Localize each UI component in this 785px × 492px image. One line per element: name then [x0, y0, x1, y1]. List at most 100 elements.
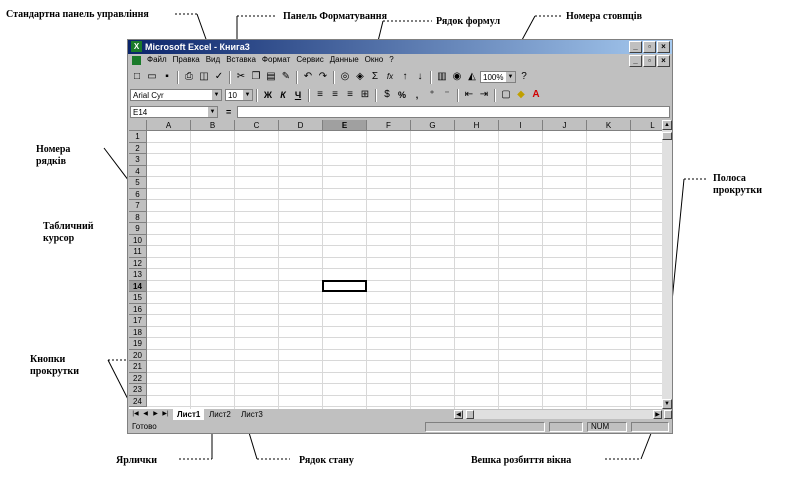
name-box[interactable]: E14 ▼: [130, 106, 218, 118]
minimize-button[interactable]: _: [629, 41, 642, 53]
column-header-J[interactable]: J: [543, 120, 587, 131]
scroll-left-button[interactable]: ◀: [454, 410, 463, 419]
decrease-decimal-icon[interactable]: ⁻: [440, 88, 454, 102]
row-header-12[interactable]: 12: [129, 257, 147, 269]
web-toolbar-icon[interactable]: ◈: [353, 70, 367, 84]
redo-icon[interactable]: ↷: [316, 70, 330, 84]
sheet-tab-3[interactable]: Лист3: [237, 409, 267, 420]
column-header-D[interactable]: D: [279, 120, 323, 131]
comma-style-button[interactable]: ,: [410, 88, 424, 102]
column-header-G[interactable]: G: [411, 120, 455, 131]
doc-minimize-button[interactable]: _: [629, 55, 642, 67]
font-color-icon[interactable]: A: [529, 88, 543, 102]
doc-restore-button[interactable]: ▫: [643, 55, 656, 67]
row-header-19[interactable]: 19: [129, 338, 147, 350]
open-icon[interactable]: ▭: [145, 70, 159, 84]
column-header-L[interactable]: L: [631, 120, 662, 131]
print-preview-icon[interactable]: ◫: [197, 70, 211, 84]
row-header-21[interactable]: 21: [129, 361, 147, 373]
row-header-2[interactable]: 2: [129, 142, 147, 154]
chevron-down-icon[interactable]: ▼: [212, 90, 221, 100]
sheet-tab-2[interactable]: Лист2: [205, 409, 235, 420]
scroll-right-button[interactable]: ▶: [653, 410, 662, 419]
formula-input[interactable]: [237, 106, 670, 118]
row-header-15[interactable]: 15: [129, 292, 147, 304]
autosum-button[interactable]: Σ: [368, 70, 382, 84]
scroll-up-button[interactable]: ▲: [662, 120, 672, 130]
active-cell-cursor[interactable]: [322, 279, 367, 292]
paste-icon[interactable]: ▤: [264, 70, 278, 84]
prev-sheet-button[interactable]: ◀: [141, 410, 150, 419]
vertical-scrollbar[interactable]: ▲ ▼: [662, 120, 672, 409]
next-sheet-button[interactable]: ▶: [151, 410, 160, 419]
row-header-8[interactable]: 8: [129, 211, 147, 223]
scroll-down-button[interactable]: ▼: [662, 399, 672, 409]
row-header-18[interactable]: 18: [129, 326, 147, 338]
close-button[interactable]: ×: [657, 41, 670, 53]
sort-ascending-icon[interactable]: ↑: [398, 70, 412, 84]
doc-close-button[interactable]: ×: [657, 55, 670, 67]
row-header-16[interactable]: 16: [129, 303, 147, 315]
horizontal-scrollbar[interactable]: ◀ ▶: [454, 410, 662, 419]
row-header-22[interactable]: 22: [129, 372, 147, 384]
column-header-E[interactable]: E: [323, 120, 367, 131]
select-all-corner[interactable]: [129, 120, 147, 131]
new-icon[interactable]: □: [130, 70, 144, 84]
split-box[interactable]: [664, 410, 672, 419]
edit-formula-button[interactable]: =: [226, 107, 231, 117]
increase-indent-icon[interactable]: ⇥: [477, 88, 491, 102]
row-header-13[interactable]: 13: [129, 269, 147, 281]
undo-icon[interactable]: ↶: [301, 70, 315, 84]
column-header-B[interactable]: B: [191, 120, 235, 131]
percent-button[interactable]: %: [395, 88, 409, 102]
row-header-9[interactable]: 9: [129, 223, 147, 235]
chevron-down-icon[interactable]: ▼: [243, 90, 252, 100]
align-right-icon[interactable]: ≡: [343, 88, 357, 102]
menu-edit[interactable]: Правка: [173, 54, 200, 66]
copy-icon[interactable]: ❐: [249, 70, 263, 84]
fill-color-icon[interactable]: ◆: [514, 88, 528, 102]
row-header-5[interactable]: 5: [129, 177, 147, 189]
row-header-11[interactable]: 11: [129, 246, 147, 258]
menu-tools[interactable]: Сервис: [296, 54, 323, 66]
merge-center-icon[interactable]: ⊞: [358, 88, 372, 102]
office-assistant-icon[interactable]: ?: [517, 70, 531, 84]
italic-button[interactable]: К: [276, 88, 290, 102]
row-header-17[interactable]: 17: [129, 315, 147, 327]
row-header-14[interactable]: 14: [129, 280, 147, 292]
column-header-I[interactable]: I: [499, 120, 543, 131]
last-sheet-button[interactable]: ▶|: [161, 410, 170, 419]
print-icon[interactable]: ⎙: [182, 70, 196, 84]
map-icon[interactable]: ◉: [450, 70, 464, 84]
column-header-H[interactable]: H: [455, 120, 499, 131]
align-center-icon[interactable]: ≡: [328, 88, 342, 102]
sheet-tab-1[interactable]: Лист1: [173, 409, 205, 420]
row-header-7[interactable]: 7: [129, 200, 147, 212]
horizontal-scroll-thumb[interactable]: [466, 410, 474, 419]
row-header-4[interactable]: 4: [129, 165, 147, 177]
row-header-20[interactable]: 20: [129, 349, 147, 361]
row-header-3[interactable]: 3: [129, 154, 147, 166]
underline-button[interactable]: Ч: [291, 88, 305, 102]
drawing-icon[interactable]: ◭: [465, 70, 479, 84]
sort-descending-icon[interactable]: ↓: [413, 70, 427, 84]
cut-icon[interactable]: ✂: [234, 70, 248, 84]
column-header-F[interactable]: F: [367, 120, 411, 131]
excel-app-icon[interactable]: X: [131, 41, 142, 52]
spelling-icon[interactable]: ✓: [212, 70, 226, 84]
menu-insert[interactable]: Вставка: [226, 54, 256, 66]
restore-button[interactable]: ▫: [643, 41, 656, 53]
worksheet-grid[interactable]: A B C D E F G H I J K L 1 2 3 4 5 6 7 8 9 10 11 12 13 14 15 16 17 18 1…: [129, 120, 662, 409]
column-header-K[interactable]: K: [587, 120, 631, 131]
vertical-scroll-thumb[interactable]: [662, 132, 672, 140]
menu-help[interactable]: ?: [389, 54, 393, 66]
zoom-select[interactable]: 100% ▼: [480, 71, 516, 83]
font-size-select[interactable]: 10 ▼: [225, 89, 253, 101]
row-header-1[interactable]: 1: [129, 131, 147, 143]
hyperlink-icon[interactable]: ◎: [338, 70, 352, 84]
font-select[interactable]: Arial Cyr ▼: [130, 89, 222, 101]
menu-data[interactable]: Данные: [330, 54, 359, 66]
decrease-indent-icon[interactable]: ⇤: [462, 88, 476, 102]
currency-icon[interactable]: $: [380, 88, 394, 102]
function-wizard-button[interactable]: fx: [383, 70, 397, 84]
